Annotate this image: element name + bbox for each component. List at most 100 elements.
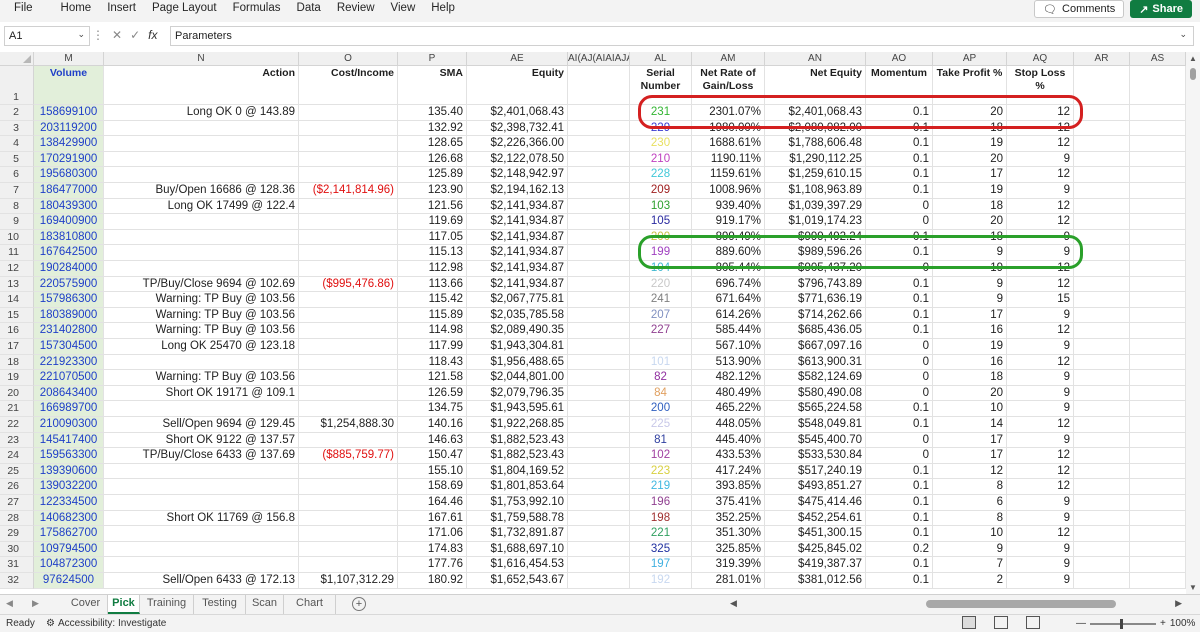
menu-item-formulas[interactable]: Formulas: [225, 0, 289, 22]
cell-tp[interactable]: 17: [933, 432, 1007, 449]
cell-hidden[interactable]: [568, 198, 630, 215]
cell-action[interactable]: Sell/Open 6433 @ 172.13: [104, 573, 299, 589]
cell-hidden[interactable]: [568, 323, 630, 339]
cell-hidden[interactable]: [568, 541, 630, 558]
cell-equity[interactable]: $2,089,490.35: [467, 323, 568, 339]
cell-as[interactable]: [1130, 557, 1186, 573]
cell-cost[interactable]: [299, 385, 398, 402]
cell-action[interactable]: Short OK 19171 @ 109.1: [104, 385, 299, 402]
column-header-ar[interactable]: AR: [1074, 52, 1130, 66]
cell-sl[interactable]: 12: [1007, 214, 1074, 230]
row-header[interactable]: 8: [0, 198, 34, 215]
cell-cost[interactable]: [299, 495, 398, 511]
cell-as[interactable]: [1130, 401, 1186, 417]
cell-sma[interactable]: 177.76: [398, 557, 467, 573]
cell-as[interactable]: [1130, 105, 1186, 121]
menu-item-review[interactable]: Review: [329, 0, 383, 22]
cell-cost[interactable]: [299, 120, 398, 137]
row-header[interactable]: 2: [0, 105, 34, 121]
cell-ar[interactable]: [1074, 323, 1130, 339]
formula-input[interactable]: Parameters ⌄: [170, 26, 1194, 46]
header-as[interactable]: [1130, 66, 1186, 105]
cell-sl[interactable]: 9: [1007, 557, 1074, 573]
cell-net[interactable]: $545,400.70: [765, 432, 866, 449]
cell-sl[interactable]: 12: [1007, 479, 1074, 495]
cell-tp[interactable]: 17: [933, 167, 1007, 183]
name-box[interactable]: A1 ⌄: [4, 26, 90, 46]
cell-mom[interactable]: 0.1: [866, 401, 933, 417]
cell-action[interactable]: [104, 136, 299, 152]
normal-view-icon[interactable]: [962, 616, 976, 629]
cell-sma[interactable]: 126.59: [398, 385, 467, 402]
cell-equity[interactable]: $2,194,162.13: [467, 183, 568, 199]
cell-ar[interactable]: [1074, 510, 1130, 527]
cell-net[interactable]: $1,259,610.15: [765, 167, 866, 183]
cell-tp[interactable]: 14: [933, 417, 1007, 433]
column-header-ap[interactable]: AP: [933, 52, 1007, 66]
cell-sma[interactable]: 164.46: [398, 495, 467, 511]
column-header-al[interactable]: AL: [630, 52, 692, 66]
cell-serial[interactable]: 225: [630, 417, 692, 433]
cell-as[interactable]: [1130, 167, 1186, 183]
cell-tp[interactable]: 19: [933, 339, 1007, 355]
cell-as[interactable]: [1130, 276, 1186, 293]
cell-rate[interactable]: 1008.96%: [692, 183, 765, 199]
row-header[interactable]: 13: [0, 276, 34, 293]
row-header[interactable]: 5: [0, 151, 34, 168]
cell-as[interactable]: [1130, 151, 1186, 168]
cell-equity[interactable]: $2,401,068.43: [467, 105, 568, 121]
cell-ar[interactable]: [1074, 354, 1130, 371]
cell-ar[interactable]: [1074, 417, 1130, 433]
cell-hidden[interactable]: [568, 370, 630, 386]
cell-as[interactable]: [1130, 136, 1186, 152]
cell-mom[interactable]: 0: [866, 385, 933, 402]
cell-mom[interactable]: 0.1: [866, 557, 933, 573]
select-all-corner[interactable]: [0, 52, 34, 66]
cell-cost[interactable]: [299, 339, 398, 355]
cell-cost[interactable]: [299, 307, 398, 324]
cell-net[interactable]: $1,039,397.29: [765, 198, 866, 215]
page-break-view-icon[interactable]: [1026, 616, 1040, 629]
cell-equity[interactable]: $1,882,523.43: [467, 432, 568, 449]
cell-hidden[interactable]: [568, 136, 630, 152]
cell-action[interactable]: Warning: TP Buy @ 103.56: [104, 292, 299, 308]
cell-rate[interactable]: 465.22%: [692, 401, 765, 417]
cell-volume[interactable]: 183810800: [34, 229, 104, 246]
cell-rate[interactable]: 319.39%: [692, 557, 765, 573]
cell-cost[interactable]: [299, 510, 398, 527]
cell-equity[interactable]: $1,882,523.43: [467, 448, 568, 464]
cell-serial[interactable]: 231: [630, 105, 692, 121]
cell-rate[interactable]: 671.64%: [692, 292, 765, 308]
cell-ar[interactable]: [1074, 105, 1130, 121]
row-header[interactable]: 27: [0, 495, 34, 511]
cell-sma[interactable]: 118.43: [398, 354, 467, 371]
cell-volume[interactable]: 139390600: [34, 463, 104, 480]
column-header-o[interactable]: O: [299, 52, 398, 66]
row-header[interactable]: 25: [0, 463, 34, 480]
cell-volume[interactable]: 180439300: [34, 198, 104, 215]
cell-as[interactable]: [1130, 495, 1186, 511]
sheet-tab-training[interactable]: Training: [140, 595, 194, 614]
cell-equity[interactable]: $1,616,454.53: [467, 557, 568, 573]
row-header[interactable]: 23: [0, 432, 34, 449]
cell-equity[interactable]: $2,141,934.87: [467, 198, 568, 215]
cell-rate[interactable]: 1688.61%: [692, 136, 765, 152]
cell-ar[interactable]: [1074, 136, 1130, 152]
cell-rate[interactable]: 433.53%: [692, 448, 765, 464]
cell-serial[interactable]: 102: [630, 448, 692, 464]
cell-rate[interactable]: 567.10%: [692, 339, 765, 355]
cell-hidden[interactable]: [568, 261, 630, 277]
header-sl[interactable]: Stop Loss %: [1007, 66, 1074, 105]
cell-volume[interactable]: 220575900: [34, 276, 104, 293]
cell-sma[interactable]: 134.75: [398, 401, 467, 417]
cell-serial[interactable]: 227: [630, 323, 692, 339]
cell-hidden[interactable]: [568, 557, 630, 573]
cell-mom[interactable]: 0.1: [866, 136, 933, 152]
cell-as[interactable]: [1130, 510, 1186, 527]
cell-cost[interactable]: ($885,759.77): [299, 448, 398, 464]
cell-mom[interactable]: 0: [866, 432, 933, 449]
cell-net[interactable]: $989,596.26: [765, 245, 866, 261]
cell-volume[interactable]: 186477000: [34, 183, 104, 199]
cell-net[interactable]: $667,097.16: [765, 339, 866, 355]
cell-rate[interactable]: 281.01%: [692, 573, 765, 589]
